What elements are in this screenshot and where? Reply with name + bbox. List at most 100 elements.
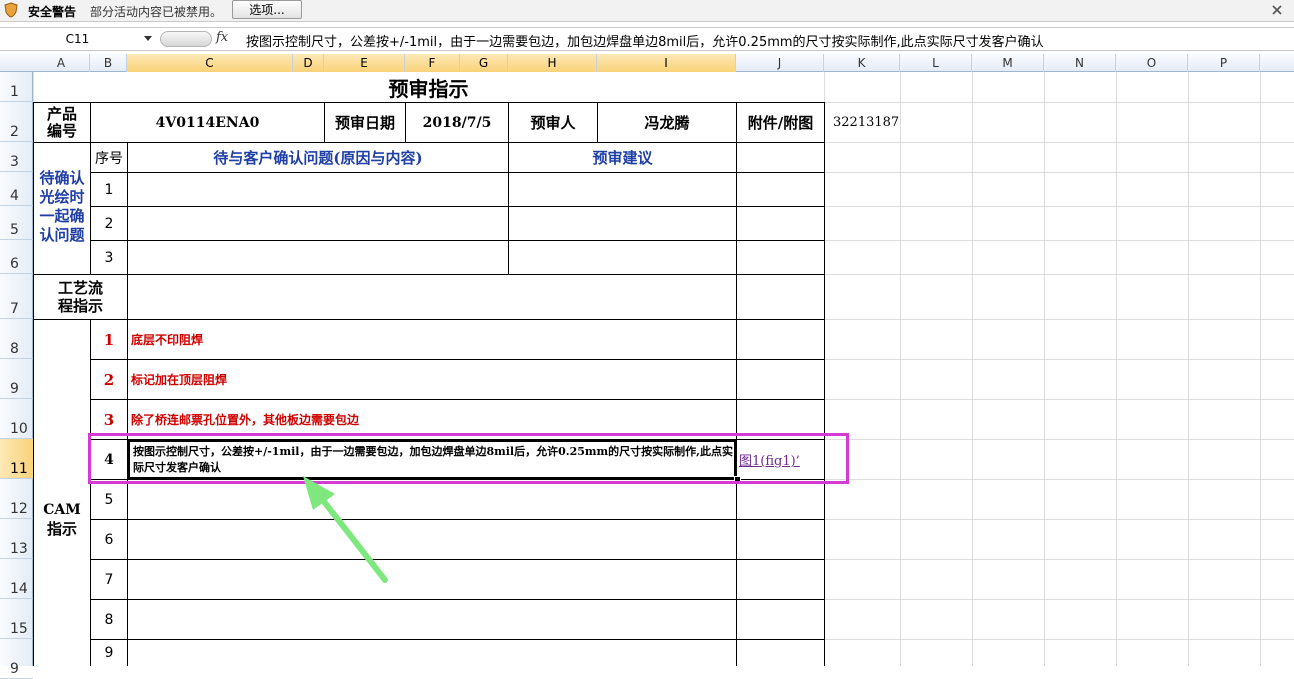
cam-item-text[interactable]: 底层不印阻焊 bbox=[128, 320, 736, 359]
pending-issues-label[interactable]: 待确认光绘时一起确认问题 bbox=[34, 167, 90, 247]
gridline bbox=[824, 319, 1294, 320]
row-header-3[interactable]: 3 bbox=[0, 142, 33, 172]
column-header-n[interactable]: N bbox=[1044, 54, 1116, 72]
gridline bbox=[824, 599, 1294, 600]
row-header-8[interactable]: 8 bbox=[0, 319, 33, 359]
column-header-m[interactable]: M bbox=[972, 54, 1044, 72]
cam-item-num[interactable]: 9 bbox=[91, 640, 127, 666]
table-border bbox=[90, 639, 824, 640]
security-warning-bar: 安全警告 部分活动内容已被禁用。 选项... bbox=[0, 0, 1294, 22]
sheet-title[interactable]: 预审指示 bbox=[33, 72, 824, 102]
column-header-a[interactable]: A bbox=[33, 54, 90, 72]
gridline bbox=[824, 439, 1294, 440]
table-border bbox=[90, 172, 824, 173]
row-header-5[interactable]: 5 bbox=[0, 206, 33, 240]
table-border bbox=[824, 102, 825, 666]
cam-label-suffix[interactable]: 指示 bbox=[34, 518, 90, 538]
table-border bbox=[90, 240, 824, 241]
row-header-13[interactable]: 13 bbox=[0, 519, 33, 559]
product-no-value[interactable]: 4V0114ENA0 bbox=[91, 103, 324, 142]
column-header-p[interactable]: P bbox=[1188, 54, 1260, 72]
product-no-label[interactable]: 产品编号 bbox=[34, 103, 90, 142]
gridline bbox=[1260, 72, 1261, 666]
column-header-g[interactable]: G bbox=[460, 54, 508, 72]
column-header-d[interactable]: D bbox=[293, 54, 324, 72]
issues-header[interactable]: 待与客户确认问题(原因与内容) bbox=[128, 143, 508, 172]
table-border bbox=[127, 274, 128, 319]
seq-header[interactable]: 序号 bbox=[91, 143, 127, 172]
pending-row-num[interactable]: 1 bbox=[91, 173, 127, 206]
insert-function-icon[interactable]: fx bbox=[216, 30, 238, 45]
column-header-h[interactable]: H bbox=[508, 54, 597, 72]
column-header-k[interactable]: K bbox=[824, 54, 900, 72]
worksheet-grid[interactable]: 预审指示 产品编号 4V0114ENA0 预审日期 2018/7/5 预审人 冯… bbox=[33, 72, 1294, 666]
cam-item-num[interactable]: 1 bbox=[91, 320, 127, 359]
process-label[interactable]: 工艺流程指示 bbox=[34, 275, 127, 319]
gridline bbox=[824, 479, 1294, 480]
table-border bbox=[90, 519, 824, 520]
reviewer-value[interactable]: 冯龙腾 bbox=[598, 103, 736, 142]
cam-item-num[interactable]: 6 bbox=[91, 520, 127, 559]
gridline bbox=[824, 206, 1294, 207]
column-header-o[interactable]: O bbox=[1116, 54, 1188, 72]
row-header-7[interactable]: 7 bbox=[0, 274, 33, 319]
reviewer-label[interactable]: 预审人 bbox=[509, 103, 597, 142]
formula-input[interactable]: 按图示控制尺寸，公差按+/-1mil，由于一边需要包边，加包边焊盘单边8mil后… bbox=[246, 31, 1044, 50]
review-date-value[interactable]: 2018/7/5 bbox=[406, 103, 508, 142]
gridline bbox=[824, 142, 1294, 143]
gridline bbox=[824, 399, 1294, 400]
row-header-4[interactable]: 4 bbox=[0, 172, 33, 206]
row-header-10[interactable]: 10 bbox=[0, 399, 33, 439]
row-header-9[interactable]: 9 bbox=[0, 359, 33, 399]
pending-row-num[interactable]: 2 bbox=[91, 207, 127, 240]
table-border bbox=[90, 599, 824, 600]
options-button[interactable]: 选项... bbox=[232, 0, 302, 19]
chevron-down-icon[interactable] bbox=[144, 36, 152, 41]
row-header-14[interactable]: 14 bbox=[0, 559, 33, 599]
row-header-16[interactable]: 9 bbox=[0, 639, 33, 679]
table-border bbox=[90, 559, 824, 560]
row-header-15[interactable]: 15 bbox=[0, 599, 33, 639]
cam-item-num[interactable]: 5 bbox=[91, 480, 127, 519]
close-icon[interactable] bbox=[1270, 3, 1284, 17]
name-box[interactable]: C11 bbox=[0, 29, 155, 49]
security-warning-title: 安全警告 bbox=[28, 5, 77, 19]
row-header-1[interactable]: 1 bbox=[0, 72, 33, 102]
suggestion-header[interactable]: 预审建议 bbox=[509, 143, 736, 172]
cam-item-num[interactable]: 2 bbox=[91, 360, 127, 399]
row-header-12[interactable]: 12 bbox=[0, 479, 33, 519]
row-header-11[interactable]: 11 bbox=[0, 439, 33, 479]
column-header-i[interactable]: I bbox=[597, 54, 736, 72]
cam-item-text[interactable]: 标记加在顶层阻焊 bbox=[128, 360, 736, 399]
highlight-annotation-box bbox=[88, 433, 849, 484]
gridline bbox=[1044, 72, 1045, 666]
pending-row-num[interactable]: 3 bbox=[91, 241, 127, 274]
cam-item-num[interactable]: 7 bbox=[91, 560, 127, 599]
gridline bbox=[824, 639, 1294, 640]
table-border bbox=[90, 206, 824, 207]
shield-icon bbox=[4, 2, 18, 18]
gridline bbox=[824, 240, 1294, 241]
formula-bar: C11 fx 按图示控制尺寸，公差按+/-1mil，由于一边需要包边，加包边焊盘… bbox=[0, 27, 1294, 51]
column-header-f[interactable]: F bbox=[405, 54, 460, 72]
cam-item-num[interactable]: 8 bbox=[91, 600, 127, 639]
row-header-6[interactable]: 6 bbox=[0, 240, 33, 274]
gridline bbox=[824, 559, 1294, 560]
column-headers: A B C D E F G H I J K L M N O P bbox=[0, 54, 1294, 72]
column-header-c[interactable]: C bbox=[127, 54, 293, 72]
column-header-e[interactable]: E bbox=[324, 54, 405, 72]
column-header-j[interactable]: J bbox=[736, 54, 824, 72]
table-border bbox=[33, 274, 824, 275]
review-date-label[interactable]: 预审日期 bbox=[325, 103, 405, 142]
gridline bbox=[1188, 72, 1189, 666]
cell-k2[interactable]: 32213187 bbox=[825, 103, 900, 142]
gridline bbox=[1116, 72, 1117, 666]
gridline bbox=[824, 172, 1294, 173]
row-header-2[interactable]: 2 bbox=[0, 102, 33, 142]
row-headers: 1 2 3 4 5 6 7 8 9 10 11 12 13 14 15 9 bbox=[0, 72, 33, 679]
attachment-label[interactable]: 附件/附图 bbox=[737, 103, 824, 142]
gridline bbox=[824, 274, 1294, 275]
column-header-b[interactable]: B bbox=[90, 54, 127, 72]
column-header-l[interactable]: L bbox=[900, 54, 972, 72]
formula-bar-splitter[interactable] bbox=[160, 31, 212, 47]
